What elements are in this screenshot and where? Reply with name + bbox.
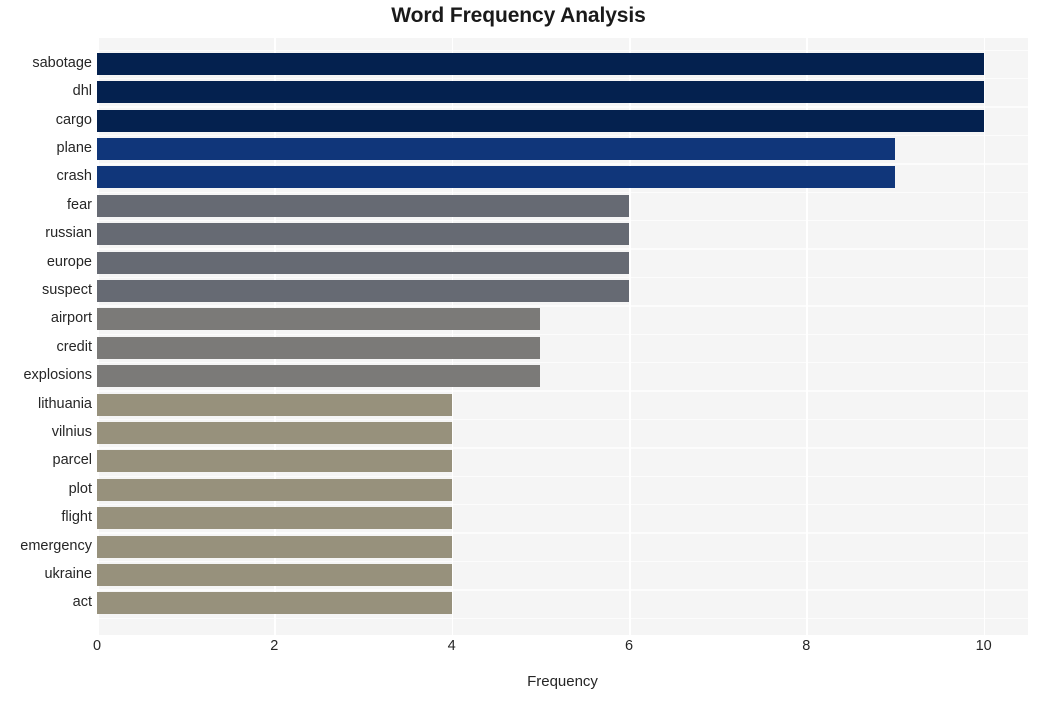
y-tick-label-lithuania: lithuania xyxy=(37,395,92,412)
chart-title: Word Frequency Analysis xyxy=(391,4,646,27)
y-tick-label-flight: flight xyxy=(61,509,92,526)
y-tick-label-plot: plot xyxy=(68,480,92,497)
y-tick-label-parcel: parcel xyxy=(52,452,93,469)
y-tick-label-suspect: suspect xyxy=(42,281,92,298)
x-tick-label-4: 4 xyxy=(447,638,456,654)
y-tick-label-credit: credit xyxy=(56,338,92,355)
x-tick-label-8: 8 xyxy=(802,638,811,654)
word-frequency-chart: Word Frequency Analysis sabotage dhl cargo… xyxy=(0,0,1037,701)
y-tick-label-cargo: cargo xyxy=(55,111,92,128)
y-tick-label-fear: fear xyxy=(67,196,92,213)
y-tick-label-vilnius: vilnius xyxy=(51,423,92,440)
y-tick-label-russian: russian xyxy=(45,225,92,242)
y-tick-label-ukraine: ukraine xyxy=(44,565,92,582)
y-tick-label-crash: crash xyxy=(56,168,92,185)
x-tick-label-0: 0 xyxy=(92,638,102,654)
x-axis-title: Frequency xyxy=(527,673,598,690)
y-tick-label-explosions: explosions xyxy=(23,367,92,384)
y-tick-label-act: act xyxy=(72,594,92,611)
y-tick-label-airport: airport xyxy=(50,310,92,327)
y-axis-tick-labels: sabotage dhl cargo plane crash fear russian eur… xyxy=(0,38,1037,635)
x-axis-tick-labels: 0 2 4 6 8 10 xyxy=(0,638,1037,664)
y-tick-label-plane: plane xyxy=(56,139,92,156)
y-tick-label-europe: europe xyxy=(46,253,92,270)
y-tick-label-emergency: emergency xyxy=(20,537,92,554)
y-tick-label-sabotage: sabotage xyxy=(32,54,92,71)
x-tick-label-2: 2 xyxy=(270,638,279,654)
y-tick-label-dhl: dhl xyxy=(72,83,92,100)
x-tick-label-6: 6 xyxy=(624,638,634,654)
x-tick-label-10: 10 xyxy=(975,638,992,654)
